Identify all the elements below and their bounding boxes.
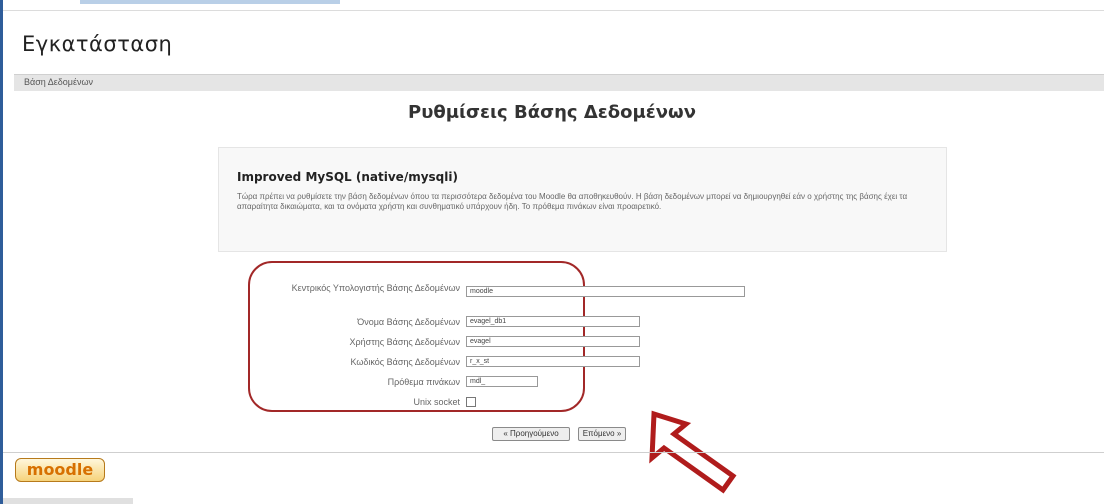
page-heading: Εγκατάσταση <box>22 32 173 56</box>
previous-button[interactable]: « Προηγούμενο <box>492 427 570 441</box>
bottom-strip <box>3 498 133 504</box>
user-input[interactable] <box>466 336 640 347</box>
user-label: Χρήστης Βάσης Δεδομένων <box>349 337 460 347</box>
dbname-input[interactable] <box>466 316 640 327</box>
prefix-label: Πρόθεμα πινάκων <box>387 377 460 387</box>
dbname-label: Όνομα Βάσης Δεδομένων <box>357 317 460 327</box>
password-label: Κωδικός Βάσης Δεδομένων <box>350 357 460 367</box>
unix-socket-checkbox[interactable] <box>466 397 476 407</box>
prefix-input[interactable] <box>466 376 538 387</box>
navbar: Βάση Δεδομένων <box>14 74 1104 91</box>
moodle-logo[interactable]: moodle <box>15 458 105 482</box>
next-button[interactable]: Επόμενο » <box>578 427 626 441</box>
driver-description: Τώρα πρέπει να ρυθμίσετε την βάση δεδομέ… <box>237 192 908 211</box>
password-input[interactable] <box>466 356 640 367</box>
section-title: Ρυθμίσεις Βάσης Δεδομένων <box>408 102 696 123</box>
host-label: Κεντρικός Υπολογιστής Βάσης Δεδομένων <box>291 283 460 293</box>
driver-info-box: Improved MySQL (native/mysqli) Τώρα πρέπ… <box>218 147 947 252</box>
driver-title: Improved MySQL (native/mysqli) <box>237 170 458 184</box>
top-tab-strip <box>80 0 340 4</box>
footer-divider <box>3 452 1104 453</box>
unix-socket-label: Unix socket <box>413 397 460 407</box>
breadcrumb[interactable]: Βάση Δεδομένων <box>24 77 93 87</box>
left-border <box>0 0 3 504</box>
top-divider <box>3 10 1104 11</box>
host-input[interactable] <box>466 286 745 297</box>
